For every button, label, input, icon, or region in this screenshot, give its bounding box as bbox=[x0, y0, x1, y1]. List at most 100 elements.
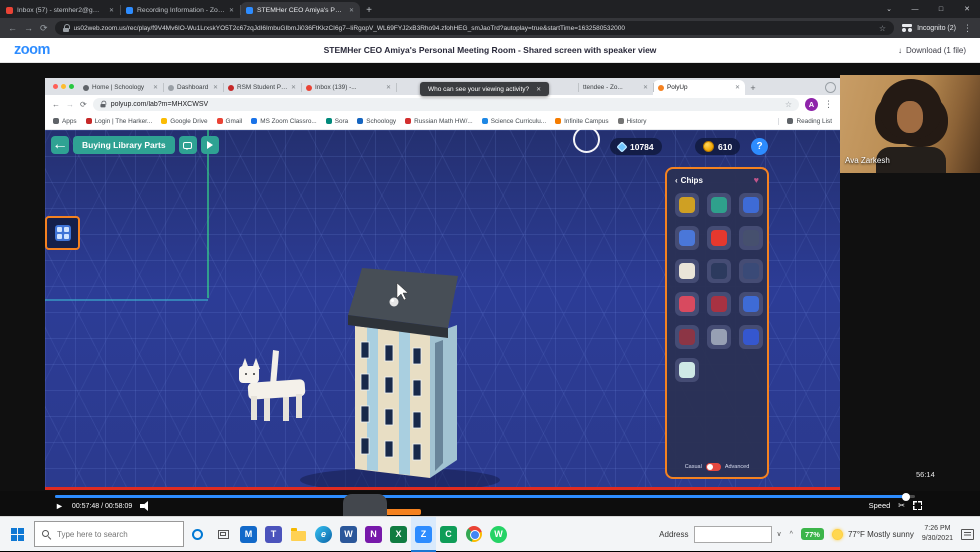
chip-item[interactable] bbox=[675, 325, 699, 349]
tab-close-icon[interactable]: ✕ bbox=[229, 7, 234, 14]
weather-widget[interactable]: 77°F Mostly sunny bbox=[831, 528, 914, 540]
inner-tab-schoology[interactable]: Home | Schoology ✕ bbox=[78, 80, 163, 95]
mac-minimize-icon[interactable] bbox=[61, 84, 66, 89]
bookmark-sora[interactable]: Sora bbox=[325, 118, 348, 125]
inner-tab-rsm[interactable]: RSM Student Porta... ✕ bbox=[223, 80, 301, 95]
bookmark-google-drive[interactable]: Google Drive bbox=[161, 118, 208, 125]
panel-collapse-icon[interactable]: ‹ bbox=[675, 176, 678, 185]
inner-tab-inbox[interactable]: Inbox (139) -... ✕ bbox=[301, 80, 396, 95]
address-input[interactable] bbox=[693, 525, 772, 543]
tab-close-icon[interactable]: ✕ bbox=[213, 84, 218, 91]
mac-zoom-icon[interactable] bbox=[69, 84, 74, 89]
tab-close-icon[interactable]: ✕ bbox=[735, 84, 740, 91]
tab-close-icon[interactable]: ✕ bbox=[291, 84, 296, 91]
favorites-heart-icon[interactable]: ♥ bbox=[754, 175, 759, 185]
taskbar-app-whatsapp[interactable]: W bbox=[486, 517, 511, 552]
share-button[interactable] bbox=[200, 136, 219, 154]
new-tab-button[interactable]: + bbox=[360, 2, 378, 18]
bookmark-reading-list[interactable]: Reading List bbox=[778, 117, 832, 125]
menu-kebab-icon[interactable]: ⋮ bbox=[963, 23, 972, 34]
bookmark-russian-math[interactable]: Russian Math HW/... bbox=[405, 118, 473, 125]
taskbar-app-edge[interactable]: e bbox=[311, 517, 336, 552]
taskbar-search[interactable] bbox=[34, 521, 184, 547]
forward-icon[interactable]: → bbox=[66, 100, 74, 109]
mac-close-icon[interactable] bbox=[53, 84, 58, 89]
hidden-icons-chevron[interactable]: ^ bbox=[790, 531, 793, 538]
taskbar-app-chrome[interactable] bbox=[461, 517, 486, 552]
bookmark-star-icon[interactable]: ☆ bbox=[785, 100, 792, 109]
inner-tab-polyup-active[interactable]: PolyUp ✕ bbox=[653, 80, 745, 95]
taskbar-app-file-explorer[interactable] bbox=[286, 517, 311, 552]
address-toolbar[interactable]: Address ∨ bbox=[659, 525, 782, 543]
chip-item[interactable] bbox=[707, 292, 731, 316]
seek-handle[interactable] bbox=[902, 492, 911, 501]
clip-scissors-icon[interactable]: ✂ bbox=[898, 501, 905, 510]
refresh-icon[interactable]: ⟳ bbox=[40, 23, 48, 34]
fullscreen-icon[interactable] bbox=[913, 501, 922, 510]
refresh-icon[interactable]: ⟳ bbox=[80, 100, 87, 109]
chip-item[interactable] bbox=[675, 358, 699, 382]
tab-inbox[interactable]: Inbox (57) - stemher2@gmail.co ✕ bbox=[0, 2, 120, 18]
zoom-logo[interactable]: zoom bbox=[14, 42, 50, 58]
download-button[interactable]: ↓ Download (1 file) bbox=[898, 46, 966, 55]
chip-item[interactable] bbox=[739, 259, 763, 283]
search-input[interactable] bbox=[57, 529, 172, 539]
taskbar-app-excel[interactable]: X bbox=[386, 517, 411, 552]
mode-toggle[interactable] bbox=[705, 463, 721, 471]
back-icon[interactable]: ← bbox=[8, 23, 17, 33]
chip-item[interactable] bbox=[739, 325, 763, 349]
back-icon[interactable]: ← bbox=[52, 100, 60, 109]
bookmark-star-icon[interactable]: ☆ bbox=[879, 24, 886, 33]
chip-item[interactable] bbox=[675, 226, 699, 250]
minimize-button[interactable]: — bbox=[902, 6, 928, 13]
bookmark-apps[interactable]: Apps bbox=[53, 118, 77, 125]
action-center-icon[interactable] bbox=[961, 528, 974, 540]
bookmark-gmail[interactable]: Gmail bbox=[216, 118, 242, 125]
tab-close-icon[interactable]: ✕ bbox=[109, 7, 114, 14]
bookmark-history[interactable]: History bbox=[617, 118, 646, 125]
inner-tab-attendee[interactable]: ttendee - Zo... ✕ bbox=[578, 80, 653, 95]
taskbar-app-mail[interactable]: M bbox=[236, 517, 261, 552]
chip-item[interactable] bbox=[675, 193, 699, 217]
seek-bar[interactable] bbox=[55, 492, 915, 501]
battery-indicator[interactable]: 77% bbox=[800, 528, 824, 540]
chip-item[interactable] bbox=[707, 259, 731, 283]
tab-search-icon[interactable]: ⌄ bbox=[876, 5, 902, 13]
taskbar-app-teams[interactable]: T bbox=[261, 517, 286, 552]
chip-item[interactable] bbox=[707, 226, 731, 250]
address-dropdown-icon[interactable]: ∨ bbox=[777, 530, 782, 538]
taskbar-app-classroom[interactable]: C bbox=[436, 517, 461, 552]
tooltip-close-icon[interactable]: ✕ bbox=[536, 86, 541, 93]
menu-kebab-icon[interactable]: ⋮ bbox=[824, 99, 833, 110]
play-button[interactable]: ► bbox=[55, 501, 64, 511]
speed-button[interactable]: Speed bbox=[869, 501, 891, 510]
volume-icon[interactable] bbox=[140, 501, 152, 511]
cortana-button[interactable] bbox=[184, 517, 210, 552]
chip-item[interactable] bbox=[739, 292, 763, 316]
taskbar-app-word[interactable]: W bbox=[336, 517, 361, 552]
maximize-button[interactable]: □ bbox=[928, 6, 954, 13]
taskbar-clock[interactable]: 7:26 PM 9/30/2021 bbox=[922, 524, 953, 544]
inner-tab-dashboard[interactable]: Dashboard ✕ bbox=[163, 80, 223, 95]
tab-close-icon[interactable]: ✕ bbox=[386, 84, 391, 91]
bookmark-science-curriculum[interactable]: Science Curriculu... bbox=[481, 118, 546, 125]
bottom-drawer-handle[interactable] bbox=[343, 494, 387, 516]
tab-close-icon[interactable]: ✕ bbox=[153, 84, 158, 91]
taskbar-app-onenote[interactable]: N bbox=[361, 517, 386, 552]
polyup-back-button[interactable]: ← bbox=[51, 136, 69, 154]
profile-circle-icon[interactable] bbox=[825, 82, 836, 93]
chip-item[interactable] bbox=[739, 193, 763, 217]
tab-close-icon[interactable]: ✕ bbox=[349, 7, 354, 14]
chip-item[interactable] bbox=[707, 325, 731, 349]
tab-close-icon[interactable]: ✕ bbox=[643, 84, 648, 91]
tab-zoom-recording-active[interactable]: STEMHer CEO Amiya's Personal ✕ bbox=[240, 2, 360, 18]
tab-recording-info[interactable]: Recording Information - Zoom ✕ bbox=[120, 2, 240, 18]
chip-item[interactable] bbox=[739, 226, 763, 250]
url-field[interactable]: polyup.com/lab?m=MHXCWSV ☆ bbox=[92, 97, 799, 111]
chat-button[interactable] bbox=[178, 136, 197, 154]
help-button[interactable]: ? bbox=[751, 138, 768, 155]
forward-icon[interactable]: → bbox=[24, 23, 33, 33]
chip-item[interactable] bbox=[675, 292, 699, 316]
start-button[interactable] bbox=[0, 517, 34, 552]
taskbar-app-zoom-active[interactable]: Z bbox=[411, 516, 436, 552]
